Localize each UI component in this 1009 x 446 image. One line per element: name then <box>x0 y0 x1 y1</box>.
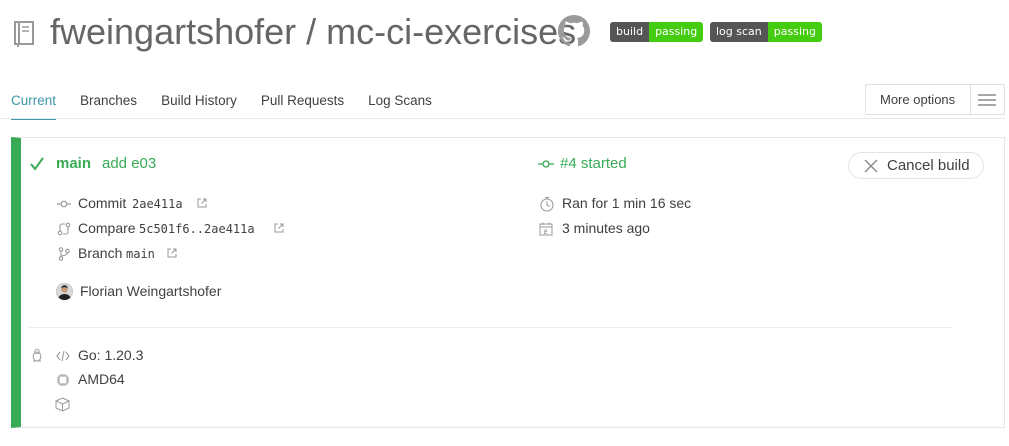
log-scan-badge[interactable]: log scan passing <box>710 22 822 42</box>
external-link-icon[interactable] <box>167 248 177 258</box>
check-icon <box>29 156 45 172</box>
tab-branches[interactable]: Branches <box>80 84 137 120</box>
branch-value-link[interactable]: main <box>126 247 155 261</box>
badge-label: log scan <box>710 22 768 42</box>
more-options-button[interactable]: More options <box>865 84 1005 115</box>
build-number-link[interactable]: #4 started <box>560 155 627 172</box>
close-icon <box>863 158 879 174</box>
build-commit-message[interactable]: add e03 <box>102 155 156 172</box>
compare-icon <box>57 222 71 236</box>
more-options-label: More options <box>880 92 956 107</box>
code-icon <box>56 349 70 363</box>
build-duration: Ran for 1 min 16 sec <box>562 195 692 211</box>
build-branch-link[interactable]: main <box>56 155 91 172</box>
badge-label: build <box>610 22 650 42</box>
tabs-divider <box>0 118 1005 119</box>
github-icon[interactable] <box>558 15 590 47</box>
cancel-build-button[interactable]: Cancel build <box>848 152 984 179</box>
hamburger-icon <box>971 93 1004 107</box>
commit-icon <box>538 158 554 170</box>
branch-label: Branch <box>78 245 123 261</box>
commit-icon <box>57 197 71 211</box>
build-status-badge[interactable]: build passing <box>610 22 704 42</box>
avatar <box>56 283 73 300</box>
commit-author: Florian Weingartshofer <box>80 283 222 299</box>
tab-current[interactable]: Current <box>11 84 57 120</box>
external-link-icon[interactable] <box>274 223 284 233</box>
branch-icon <box>57 247 71 261</box>
box-icon <box>55 397 70 412</box>
repo-tabs: Current Branches Build History Pull Requ… <box>11 84 456 120</box>
badge-status: passing <box>649 22 704 42</box>
tab-build-history[interactable]: Build History <box>161 84 237 120</box>
commit-label: Commit <box>78 195 127 211</box>
job-arch: AMD64 <box>78 371 125 387</box>
repo-icon <box>12 20 36 48</box>
badge-status: passing <box>767 22 822 42</box>
cpu-icon <box>56 373 70 387</box>
commit-sha-link[interactable]: 2ae411a <box>132 197 183 211</box>
repo-title: fweingartshofer / mc-ci-exercises <box>50 11 577 52</box>
tab-log-scans[interactable]: Log Scans <box>368 84 432 120</box>
card-divider <box>29 327 953 328</box>
tab-pull-requests[interactable]: Pull Requests <box>261 84 344 120</box>
compare-range-link[interactable]: 5c501f6..2ae411a <box>139 222 255 236</box>
job-language: Go: 1.20.3 <box>78 347 144 363</box>
stopwatch-icon <box>539 196 555 212</box>
cancel-build-label: Cancel build <box>887 157 970 174</box>
linux-icon <box>30 348 44 362</box>
compare-label: Compare <box>78 220 136 236</box>
build-finished-time: 3 minutes ago <box>562 220 650 236</box>
calendar-icon <box>539 222 553 236</box>
external-link-icon[interactable] <box>197 198 207 208</box>
